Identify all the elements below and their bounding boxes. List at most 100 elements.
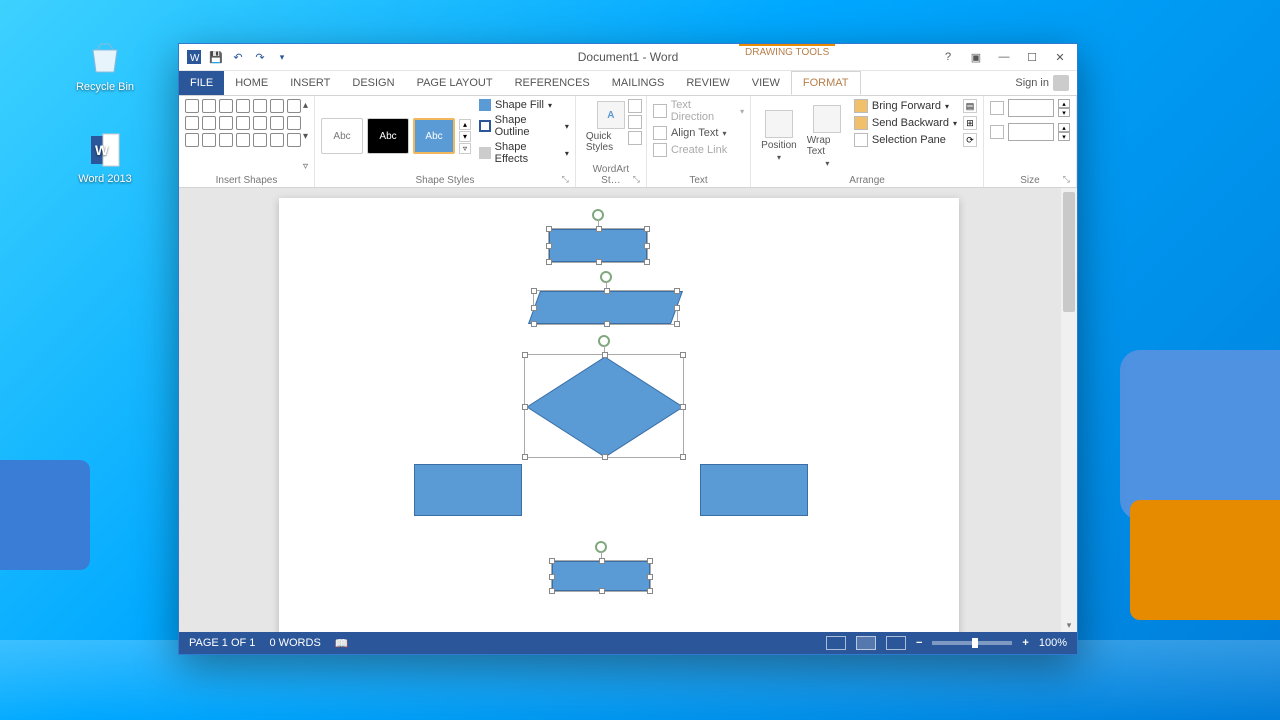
group-size: ▴▾ ▴▾ Size⤡ [984, 96, 1077, 187]
height-up[interactable]: ▴ [1058, 99, 1070, 108]
tab-home[interactable]: HOME [224, 71, 279, 95]
styles-down-icon[interactable]: ▾ [459, 131, 471, 142]
selection-box-3[interactable] [524, 354, 684, 458]
zoom-slider[interactable] [932, 641, 1012, 645]
align-text-icon [653, 126, 667, 140]
rotate-button[interactable]: ⟳ [963, 133, 977, 147]
width-down[interactable]: ▾ [1058, 132, 1070, 141]
text-fill-icon[interactable] [628, 99, 642, 113]
status-page[interactable]: PAGE 1 OF 1 [189, 637, 255, 649]
tab-mailings[interactable]: MAILINGS [601, 71, 676, 95]
tab-references[interactable]: REFERENCES [504, 71, 601, 95]
status-words[interactable]: 0 WORDS [269, 637, 320, 649]
shape-process-right[interactable] [700, 464, 808, 516]
selection-pane-button[interactable]: Selection Pane [854, 133, 957, 147]
height-down[interactable]: ▾ [1058, 108, 1070, 117]
rotate-handle-icon[interactable] [595, 541, 607, 553]
wordart-dialog-icon[interactable]: ⤡ [633, 174, 640, 185]
group-arrange: Position▾ Wrap Text▾ Bring Forward▾ Send… [751, 96, 984, 187]
size-dialog-icon[interactable]: ⤡ [1063, 174, 1070, 185]
shape-process-bottom[interactable] [552, 561, 650, 591]
shape-process-1[interactable] [549, 229, 647, 262]
undo-icon[interactable]: ↶ [231, 50, 245, 64]
shape-outline-button[interactable]: Shape Outline▾ [479, 114, 569, 138]
tab-page-layout[interactable]: PAGE LAYOUT [406, 71, 504, 95]
align-text-button[interactable]: Align Text▾ [653, 126, 744, 140]
gallery-more-icon[interactable]: ▿ [303, 161, 308, 172]
web-layout-button[interactable] [886, 636, 906, 650]
read-mode-button[interactable] [826, 636, 846, 650]
recycle-bin[interactable]: Recycle Bin [70, 38, 140, 93]
style-thumb-1[interactable]: Abc [321, 118, 363, 154]
tab-view[interactable]: VIEW [741, 71, 791, 95]
shape-data-1[interactable] [528, 291, 683, 324]
zoom-out-button[interactable]: − [916, 637, 922, 649]
shape-styles-dialog-icon[interactable]: ⤡ [562, 174, 569, 185]
group-insert-shapes: ▴ ▾ ▿ Insert Shapes [179, 96, 315, 187]
width-up[interactable]: ▴ [1058, 123, 1070, 132]
group-label-text: Text [653, 173, 744, 186]
gallery-down-icon[interactable]: ▾ [303, 131, 308, 142]
group-button[interactable]: ⊞ [963, 116, 977, 130]
style-thumb-2[interactable]: Abc [367, 118, 409, 154]
sign-in[interactable]: Sign in [1007, 71, 1077, 95]
selection-box-4[interactable] [551, 560, 651, 592]
redo-icon[interactable]: ↷ [253, 50, 267, 64]
close-button[interactable]: ✕ [1049, 48, 1071, 66]
bring-forward-button[interactable]: Bring Forward▾ [854, 99, 957, 113]
tab-format[interactable]: FORMAT [791, 71, 861, 95]
tab-file[interactable]: FILE [179, 71, 224, 95]
shape-effects-button[interactable]: Shape Effects▾ [479, 141, 569, 165]
scroll-down-icon[interactable]: ▾ [1061, 618, 1077, 632]
context-tab-label: DRAWING TOOLS [739, 44, 835, 59]
word-shortcut-label: Word 2013 [70, 173, 140, 185]
rotate-handle-icon[interactable] [598, 335, 610, 347]
qat-customize-icon[interactable]: ▾ [275, 50, 289, 64]
shape-fill-button[interactable]: Shape Fill▾ [479, 99, 569, 111]
style-thumb-3-selected[interactable]: Abc [413, 118, 455, 154]
position-button[interactable]: Position▾ [757, 99, 801, 173]
zoom-level[interactable]: 100% [1039, 637, 1067, 649]
styles-up-icon[interactable]: ▴ [459, 119, 471, 130]
tab-design[interactable]: DESIGN [341, 71, 405, 95]
selection-box-1[interactable] [548, 228, 648, 263]
vertical-scrollbar[interactable]: ▾ [1061, 188, 1077, 632]
tab-insert[interactable]: INSERT [279, 71, 341, 95]
scrollbar-thumb[interactable] [1063, 192, 1075, 312]
shape-gallery[interactable] [185, 99, 301, 173]
text-effects-icon[interactable] [628, 131, 642, 145]
text-outline-icon[interactable] [628, 115, 642, 129]
group-label-shape-styles: Shape Styles [415, 175, 474, 186]
group-label-size: Size [1020, 175, 1039, 186]
word-window: W 💾 ↶ ↷ ▾ Document1 - Word DRAWING TOOLS… [178, 43, 1078, 655]
word-shortcut[interactable]: W Word 2013 [70, 130, 140, 185]
recycle-bin-icon [85, 38, 125, 78]
print-layout-button[interactable] [856, 636, 876, 650]
maximize-button[interactable]: ☐ [1021, 48, 1043, 66]
avatar-icon [1053, 75, 1069, 91]
document-area[interactable]: ▾ [179, 188, 1077, 632]
zoom-in-button[interactable]: + [1022, 637, 1028, 649]
save-icon[interactable]: 💾 [209, 50, 223, 64]
align-button[interactable]: ▤ [963, 99, 977, 113]
wrap-text-button[interactable]: Wrap Text▾ [803, 99, 852, 173]
gallery-up-icon[interactable]: ▴ [303, 100, 308, 111]
height-input[interactable] [1008, 99, 1054, 117]
shape-process-left[interactable] [414, 464, 522, 516]
ribbon-display-icon[interactable]: ▣ [965, 48, 987, 66]
styles-more-icon[interactable]: ▿ [459, 143, 471, 154]
quick-styles-icon: A [597, 101, 625, 129]
zoom-thumb[interactable] [972, 638, 978, 648]
ribbon-tabs: FILE HOME INSERT DESIGN PAGE LAYOUT REFE… [179, 71, 1077, 96]
titlebar: W 💾 ↶ ↷ ▾ Document1 - Word DRAWING TOOLS… [179, 44, 1077, 71]
help-icon[interactable]: ? [937, 48, 959, 66]
selection-box-2[interactable] [533, 290, 678, 325]
width-input[interactable] [1008, 123, 1054, 141]
minimize-button[interactable]: — [993, 48, 1015, 66]
group-label-insert-shapes: Insert Shapes [185, 173, 308, 186]
send-backward-button[interactable]: Send Backward▾ [854, 116, 957, 130]
rotate-handle-icon[interactable] [600, 271, 612, 283]
proofing-icon[interactable]: 📖 [335, 637, 349, 650]
tab-review[interactable]: REVIEW [675, 71, 740, 95]
rotate-handle-icon[interactable] [592, 209, 604, 221]
